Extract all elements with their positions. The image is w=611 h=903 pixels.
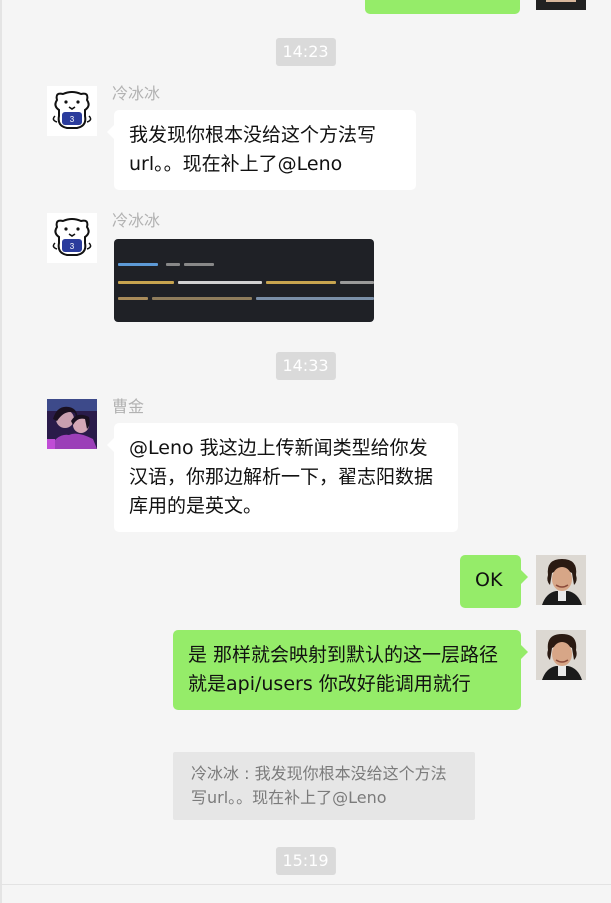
avatar-self[interactable] [536,630,586,680]
quoted-message[interactable]: 冷冰冰 : 我发现你根本没给这个方法写url。。现在补上了@Leno [173,752,475,820]
input-divider [0,884,611,885]
own-message-bubble[interactable]: 是 那样就会映射到默认的这一层路径 就是api/users 你改好能调用就行 [173,630,528,710]
image-message[interactable] [114,239,374,322]
bear-icon: 3 [47,86,97,136]
timestamp: 14:33 [275,352,336,380]
svg-text:3: 3 [70,115,75,124]
message-bubble[interactable]: @Leno 我这边上传新闻类型给你发汉语，你那边解析一下，翟志阳数据库用的是英文… [107,423,458,532]
sender-name: 曹金 [112,397,145,416]
sender-name: 冷冰冰 [112,211,161,230]
timestamp: 15:19 [275,847,336,875]
person-photo-icon [47,399,97,449]
avatar-lengbingbing[interactable]: 3 [47,213,97,263]
own-message-bubble[interactable]: OK [460,555,528,608]
user-photo-icon [536,555,586,605]
previous-own-bubble[interactable] [365,0,520,14]
timestamp: 14:23 [275,38,336,66]
user-photo-icon [536,630,586,680]
svg-text:3: 3 [70,242,75,251]
avatar-caojin[interactable] [47,399,97,449]
avatar-lengbingbing[interactable]: 3 [47,86,97,136]
previous-own-avatar[interactable] [536,0,586,10]
sender-name: 冷冰冰 [112,84,161,103]
bear-icon: 3 [47,213,97,263]
avatar-self[interactable] [536,555,586,605]
message-bubble[interactable]: 我发现你根本没给这个方法写url。。现在补上了@Leno [107,110,416,190]
window-left-edge [0,0,2,903]
